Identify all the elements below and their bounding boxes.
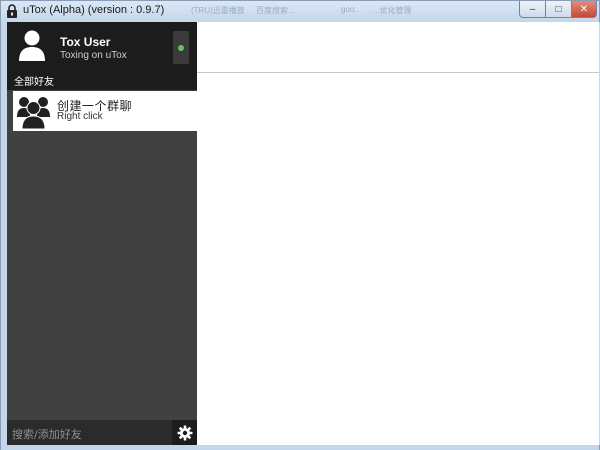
status-button[interactable] <box>173 31 189 64</box>
window-title: uTox (Alpha) (version : 0.9.7) <box>23 4 165 16</box>
window-border-bottom <box>1 445 599 450</box>
self-name[interactable]: Tox User <box>60 35 110 49</box>
title-bar[interactable]: uTox (Alpha) (version : 0.9.7) (TRU)迅雷播放… <box>1 1 599 23</box>
minimize-button[interactable]: – <box>519 1 546 18</box>
self-status-message[interactable]: Toxing on uTox <box>60 50 127 61</box>
search-bar <box>7 420 172 445</box>
list-item-subtitle: Right click <box>57 111 103 122</box>
ghost-tab: 百度搜索... <box>256 6 295 15</box>
ghost-tab: ...优化管理 <box>373 6 412 15</box>
maximize-button[interactable]: □ <box>546 1 572 18</box>
main-header <box>197 22 599 73</box>
gear-icon <box>177 425 192 440</box>
online-status-icon <box>178 45 184 51</box>
list-item-create-group[interactable]: 创建一个群聊 Right click <box>13 91 197 131</box>
ghost-tab: goo.. <box>341 5 359 14</box>
lock-app-icon <box>7 4 17 18</box>
friend-filter-label[interactable]: 全部好友 <box>7 70 197 90</box>
main-content-area <box>197 22 599 445</box>
search-input[interactable] <box>7 420 172 445</box>
ghost-tab: (TRU)迅雷播放 <box>191 6 245 15</box>
close-button[interactable]: ✕ <box>572 1 597 18</box>
sidebar: Tox User Toxing on uTox 全部好友 创建一个群聊 Righ… <box>7 22 197 445</box>
app-window: uTox (Alpha) (version : 0.9.7) (TRU)迅雷播放… <box>0 0 600 450</box>
self-profile-panel[interactable]: Tox User Toxing on uTox <box>7 22 197 70</box>
user-icon <box>19 30 45 61</box>
settings-button[interactable] <box>172 420 197 445</box>
group-icon <box>17 97 50 129</box>
